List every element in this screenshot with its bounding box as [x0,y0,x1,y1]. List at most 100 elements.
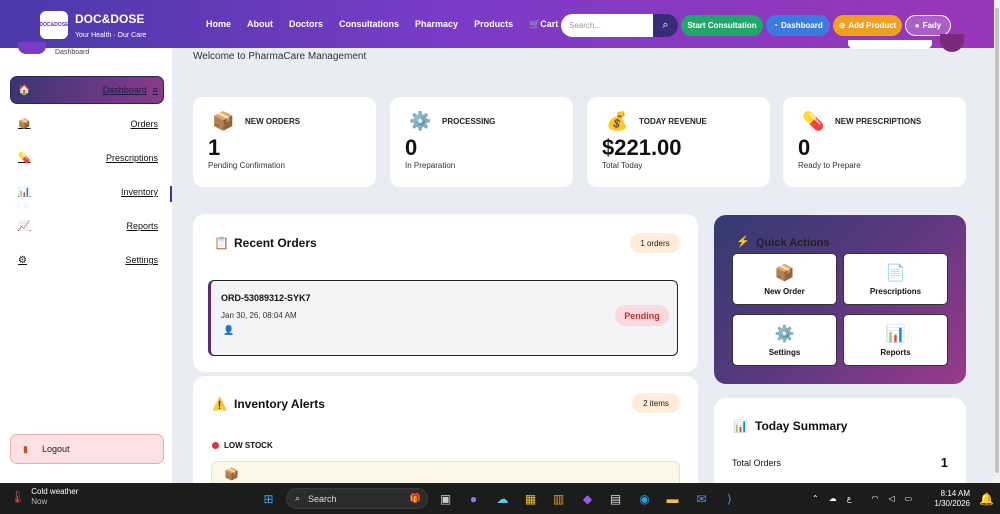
welcome-text: Welcome to PharmaCare Management [193,51,367,62]
menu-lines-icon: ≡ [152,85,158,95]
gear-icon: ⚙ [18,254,27,266]
battery-icon[interactable]: ▭ [905,494,913,503]
sidebar-header: Dashboard [55,49,90,56]
taskbar-search[interactable]: ⌕ Search 🎁 [286,488,428,509]
nav-link-home[interactable]: Home [206,19,231,29]
stat-card-processing[interactable]: ⚙️ PROCESSING 0 In Preparation [390,97,573,187]
chevron-up-icon[interactable]: ⌃ [812,494,819,503]
red-dot-icon [212,442,219,449]
chat-app-icon[interactable]: ● [465,490,482,507]
sidebar-item-settings[interactable]: ⚙ Settings [18,252,158,268]
mail-icon[interactable]: ✉ [693,490,710,507]
user-menu-button[interactable]: ● Fady [905,15,951,36]
top-navbar: DOC&DOSE DOC&DOSE Your Health · Our Care… [0,0,994,48]
stat-label: NEW PRESCRIPTIONS [835,117,922,126]
language-indicator[interactable]: ع [847,494,852,503]
pill-icon: 💊 [18,152,31,164]
stat-label: PROCESSING [442,117,496,126]
quick-action-settings[interactable]: ⚙️ Settings [732,314,837,366]
recent-orders-title: Recent Orders [234,236,317,250]
search-button[interactable]: ⌕ [653,14,678,37]
quick-action-reports[interactable]: 📊 Reports [843,314,948,366]
stat-label: TODAY REVENUE [639,117,707,126]
sidebar-item-prescriptions[interactable]: 💊 Prescriptions [18,150,158,166]
stat-value: 1 [208,135,221,160]
chart-app-icon[interactable]: ▥ [550,490,567,507]
sidebar-item-inventory[interactable]: 📊 Inventory [18,184,158,200]
stat-label: NEW ORDERS [245,117,301,126]
warning-icon: ⚠️ [212,397,227,411]
calculator-icon[interactable]: ▤ [607,490,624,507]
nav-link-about[interactable]: About [247,19,273,29]
photo-app-icon[interactable]: ▦ [522,490,539,507]
plus-circle-icon: ⊕ [838,21,846,30]
order-date: Jan 30, 26, 08:04 AM [221,311,297,320]
low-stock-heading: LOW STOCK [212,441,273,450]
quick-action-prescriptions[interactable]: 📄 Prescriptions [843,253,948,305]
gear-icon: ⚙️ [409,111,432,131]
quick-actions-title: Quick Actions [756,237,830,249]
sidebar-avatar [18,42,46,54]
start-consultation-button[interactable]: Start Consultation [681,15,763,36]
task-view-icon[interactable]: ▣ [437,490,454,507]
chart-icon: 📊 [733,419,748,433]
header-avatar[interactable] [940,34,964,52]
windows-start-icon[interactable]: ⊞ [260,490,277,507]
stat-card-new-prescriptions[interactable]: 💊 NEW PRESCRIPTIONS 0 Ready to Prepare [783,97,966,187]
door-icon: ▮ [23,443,28,454]
visual-studio-icon[interactable]: ◆ [579,490,596,507]
edge-browser-icon[interactable]: ◉ [636,490,653,507]
low-stock-item[interactable]: 📦 [211,461,680,483]
clock[interactable]: 8:14 AM 1/30/2026 [932,483,970,514]
sidebar-item-dashboard[interactable]: 🏠 Dashboard ≡ [18,82,158,98]
brand-name[interactable]: DOC&DOSE [75,12,144,26]
nav-link-consultations[interactable]: Consultations [339,19,399,29]
pill-icon: 💊 [802,111,825,131]
nav-link-doctors[interactable]: Doctors [289,19,323,29]
house-icon: 🏠 [18,84,31,96]
file-explorer-icon[interactable]: ▬ [664,490,681,507]
vscode-icon[interactable]: ⟩ [721,490,738,507]
nav-links: Home About Doctors Consultations Pharmac… [206,0,574,48]
recent-orders-count-badge: 1 orders [630,233,680,253]
chart-icon: 📊 [885,325,906,343]
system-tray: ⌃ ☁ ع ◠ ◁ ▭ [812,483,912,514]
order-id: ORD-53089312-SYK7 [221,293,311,303]
money-bag-icon: 💰 [606,111,629,131]
package-icon: 📦 [774,264,795,282]
user-icon: 👤 [223,325,235,335]
sidebar-scroll-indicator [170,186,172,202]
stat-subtitle: Total Today [602,161,643,170]
nav-link-pharmacy[interactable]: Pharmacy [415,19,458,29]
logout-button[interactable]: ▮ Logout [10,434,164,464]
notification-bell-icon[interactable]: 🔔 [978,490,995,507]
clipboard-icon: 📋 [214,236,229,250]
dashboard-button[interactable]: ◔ Dashboard [766,15,830,36]
order-row[interactable]: ORD-53089312-SYK7 Jan 30, 26, 08:04 AM 👤… [208,280,678,356]
nav-link-cart[interactable]: 🛒Cart [529,19,558,30]
user-icon: ● [914,21,920,30]
trend-icon: 📈 [18,220,31,232]
weather-widget[interactable]: 🌡 Cold weather Now [10,487,78,507]
nav-link-products[interactable]: Products [474,19,513,29]
brand-tagline: Your Health · Our Care [75,32,147,39]
wifi-icon[interactable]: ◠ [871,494,878,503]
brand-logo[interactable]: DOC&DOSE [40,11,68,39]
sound-icon[interactable]: ◁ [888,494,894,503]
document-icon: 📄 [885,264,906,282]
gear-icon: ⚙️ [774,325,795,343]
stat-card-today-revenue[interactable]: 💰 TODAY REVENUE $221.00 Total Today [587,97,770,187]
today-summary-card [714,398,966,483]
stat-subtitle: Pending Confirmation [208,161,285,170]
cloud-app-icon[interactable]: ☁ [494,490,511,507]
search-input[interactable]: Search... [561,14,653,37]
stat-card-new-orders[interactable]: 📦 NEW ORDERS 1 Pending Confirmation [193,97,376,187]
onedrive-icon[interactable]: ☁ [829,494,837,503]
sidebar-item-reports[interactable]: 📈 Reports [18,218,158,234]
page-scrollbar[interactable] [994,0,1000,483]
package-icon: 📦 [224,467,239,481]
inventory-alerts-count-badge: 2 items [632,393,680,413]
add-product-button[interactable]: ⊕ Add Product [833,15,902,36]
quick-action-new-order[interactable]: 📦 New Order [732,253,837,305]
sidebar-item-orders[interactable]: 📦 Orders [18,116,158,132]
